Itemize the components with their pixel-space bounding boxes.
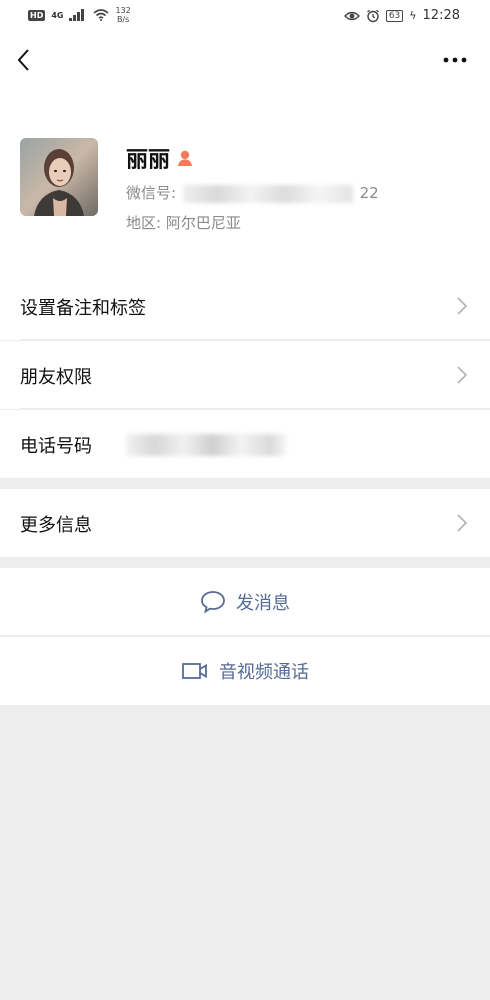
more-dots-icon [443, 57, 467, 63]
region-text: 地区: 阿尔巴尼亚 [126, 214, 241, 232]
video-camera-icon [182, 663, 207, 679]
status-bar: HD 4G 132 B/s 63 ϟ 12:28 [0, 0, 490, 32]
chevron-right-icon [457, 297, 468, 315]
back-arrow-icon [17, 49, 29, 71]
back-button[interactable] [10, 42, 40, 78]
clock: 12:28 [422, 8, 460, 23]
wechat-id-label: 微信号: [126, 184, 177, 202]
top-navigation-bar [0, 32, 490, 90]
remarks-tags-row[interactable]: 设置备注和标签 [0, 272, 490, 340]
status-left: HD 4G 132 B/s [28, 6, 131, 24]
friend-permissions-label: 朋友权限 [20, 367, 92, 388]
more-info-label: 更多信息 [20, 515, 92, 536]
divider [20, 339, 490, 340]
wechat-id-row: 微信号: 22 [126, 182, 379, 203]
alarm-icon [366, 9, 379, 22]
hd-badge: HD [28, 9, 46, 21]
avatar-image [20, 138, 98, 216]
gender-female-icon [178, 150, 193, 166]
remarks-tags-label: 设置备注和标签 [20, 298, 146, 319]
contact-name-row: 丽丽 [126, 142, 194, 174]
contact-profile-screen: HD 4G 132 B/s 63 ϟ 12:28 丽丽 微信号: 22 地区: … [0, 0, 490, 1000]
wechat-id-redacted [182, 184, 353, 203]
divider [0, 635, 490, 636]
network-speed-unit: B/s [116, 15, 130, 24]
network-speed: 132 B/s [115, 6, 130, 24]
chevron-right-icon [457, 514, 468, 532]
chat-bubble-icon [201, 591, 225, 614]
eye-icon [343, 11, 360, 20]
wechat-id-suffix: 22 [359, 184, 379, 202]
battery-indicator: 63 [385, 9, 404, 22]
phone-row[interactable]: 电话号码 [0, 410, 490, 478]
network-speed-value: 132 [115, 6, 131, 15]
divider [20, 408, 490, 409]
wifi-icon [93, 9, 110, 21]
more-info-row[interactable]: 更多信息 [0, 489, 490, 557]
more-options-button[interactable] [440, 46, 470, 74]
profile-header: 丽丽 微信号: 22 地区: 阿尔巴尼亚 [0, 90, 490, 272]
send-message-label: 发消息 [236, 593, 290, 614]
signal-icon [69, 9, 87, 21]
chevron-right-icon [457, 366, 468, 384]
contact-name: 丽丽 [126, 148, 171, 173]
avatar[interactable] [20, 138, 98, 216]
friend-permissions-row[interactable]: 朋友权限 [0, 341, 490, 409]
status-right: 63 ϟ 12:28 [343, 8, 460, 23]
send-message-button[interactable]: 发消息 [0, 568, 490, 636]
phone-number-redacted [126, 434, 286, 456]
network-type: 4G [51, 10, 64, 20]
phone-label: 电话号码 [20, 436, 92, 457]
video-call-label: 音视频通话 [219, 662, 309, 683]
charging-icon: ϟ [409, 9, 417, 22]
video-call-button[interactable]: 音视频通话 [0, 637, 490, 705]
